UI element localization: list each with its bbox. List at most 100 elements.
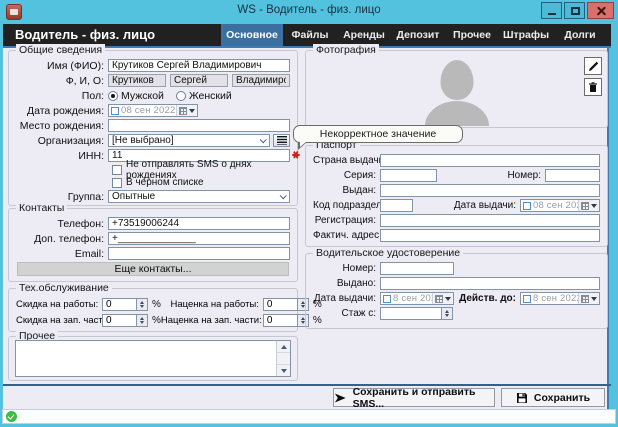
tab-arendy[interactable]: Аренды bbox=[337, 24, 391, 46]
spin-buttons[interactable] bbox=[136, 314, 148, 327]
work-markup-label: Наценка на работы: bbox=[161, 299, 263, 310]
tab-prochee[interactable]: Прочее bbox=[445, 24, 499, 46]
blacklist-checkbox[interactable] bbox=[112, 178, 122, 188]
delete-photo-button[interactable] bbox=[584, 78, 602, 96]
no-sms-checkbox[interactable] bbox=[112, 165, 122, 175]
alt-phone-input[interactable] bbox=[108, 232, 290, 245]
parts-markup-input[interactable] bbox=[263, 314, 297, 327]
passport-country-row: Страна выдачи: bbox=[313, 154, 600, 167]
passport-registration-input[interactable] bbox=[380, 214, 600, 227]
calendar-icon bbox=[581, 295, 589, 303]
scroll-up-button[interactable] bbox=[277, 341, 290, 353]
parts-markup-spinner bbox=[263, 314, 309, 327]
tab-faily[interactable]: Файлы bbox=[283, 24, 337, 46]
passport-series-input[interactable] bbox=[380, 169, 437, 182]
last-name-input[interactable] bbox=[108, 74, 166, 87]
photo-placeholder bbox=[306, 51, 607, 127]
license-experience-label: Стаж с: bbox=[313, 308, 380, 319]
tab-osnovnoe[interactable]: Основное bbox=[221, 24, 283, 46]
scrollbar[interactable] bbox=[276, 341, 290, 376]
alt-phone-label: Доп. телефон: bbox=[16, 233, 108, 245]
organization-value: [Не выбрано] bbox=[112, 135, 260, 146]
calendar-icon bbox=[435, 295, 443, 303]
save-button[interactable]: Сохранить bbox=[501, 388, 605, 407]
license-issue-date-picker[interactable]: 8 сен 2022 bbox=[380, 292, 454, 305]
alt-phone-row: Доп. телефон: bbox=[16, 232, 290, 245]
tab-shtrafy[interactable]: Штрафы bbox=[499, 24, 553, 46]
silhouette-head bbox=[440, 60, 473, 100]
passport-number-label: Номер: bbox=[507, 170, 545, 181]
full-name-input[interactable] bbox=[108, 59, 290, 72]
birth-place-input[interactable] bbox=[108, 119, 290, 132]
license-experience-input[interactable] bbox=[380, 307, 441, 320]
minimize-button[interactable] bbox=[541, 2, 562, 19]
other-notes-textarea[interactable] bbox=[16, 341, 276, 376]
group-other: Прочее bbox=[8, 336, 298, 381]
license-valid-until-calendar-button[interactable] bbox=[578, 293, 599, 304]
license-issue-date-calendar-button[interactable] bbox=[432, 293, 453, 304]
spin-buttons[interactable] bbox=[136, 298, 148, 311]
passport-issued-by-input[interactable] bbox=[380, 184, 600, 197]
main-content: Общие сведения Имя (ФИО): Ф, И, О: Пол: … bbox=[3, 48, 609, 384]
maintenance-row-1: Скидка на работы: % Наценка на работы: % bbox=[16, 298, 290, 311]
parts-discount-input[interactable] bbox=[102, 314, 136, 327]
license-number-input[interactable] bbox=[380, 262, 454, 275]
spin-buttons[interactable] bbox=[441, 307, 453, 320]
passport-number-input[interactable] bbox=[545, 169, 600, 182]
maximize-button[interactable] bbox=[564, 2, 585, 19]
save-and-send-sms-label: Сохранить и отправить SMS... bbox=[353, 386, 494, 410]
percent-unit: % bbox=[152, 299, 161, 310]
floppy-disk-icon bbox=[516, 392, 528, 404]
group-label: Группа: bbox=[16, 191, 108, 203]
phone-input[interactable] bbox=[108, 217, 290, 230]
birth-date-calendar-button[interactable] bbox=[176, 105, 197, 116]
birth-date-picker[interactable]: 08 сен 2022 bbox=[108, 104, 198, 117]
passport-series-label: Серия: bbox=[313, 170, 380, 181]
scroll-down-button[interactable] bbox=[277, 364, 290, 376]
passport-address-input[interactable] bbox=[380, 229, 600, 242]
organization-select[interactable]: [Не выбрано] bbox=[108, 134, 270, 147]
birth-date-checkbox[interactable] bbox=[111, 107, 119, 115]
passport-issue-date-checkbox[interactable] bbox=[523, 202, 531, 210]
save-and-send-sms-button[interactable]: Сохранить и отправить SMS... bbox=[333, 388, 495, 407]
work-discount-input[interactable] bbox=[102, 298, 136, 311]
first-name-input[interactable] bbox=[170, 74, 228, 87]
tab-depozit[interactable]: Депозит bbox=[391, 24, 445, 46]
scroll-up-icon bbox=[281, 345, 287, 349]
no-sms-row: Не отправлять SMS о днях рождениях bbox=[16, 164, 290, 175]
gender-male-radio[interactable] bbox=[108, 91, 118, 101]
tab-dolgi[interactable]: Долги bbox=[553, 24, 607, 46]
middle-name-input[interactable] bbox=[232, 74, 290, 87]
license-issue-date-checkbox[interactable] bbox=[383, 295, 391, 303]
pencil-icon bbox=[588, 61, 599, 72]
window-title: WS - Водитель - физ. лицо bbox=[0, 4, 618, 16]
work-markup-spinner bbox=[263, 298, 309, 311]
license-number-label: Номер: bbox=[313, 263, 380, 274]
edit-photo-button[interactable] bbox=[584, 57, 602, 75]
group-photo: Фотография bbox=[305, 50, 608, 128]
footer-panel: Сохранить и отправить SMS... Сохранить bbox=[3, 386, 609, 409]
close-button[interactable] bbox=[587, 2, 614, 19]
license-valid-until-checkbox[interactable] bbox=[523, 295, 531, 303]
error-asterisk-icon bbox=[292, 151, 300, 159]
birth-place-row: Место рождения: bbox=[16, 119, 290, 132]
email-input[interactable] bbox=[108, 247, 290, 260]
window-controls bbox=[541, 2, 614, 19]
more-contacts-button[interactable]: Еще контакты... bbox=[17, 262, 289, 276]
passport-country-input[interactable] bbox=[380, 154, 600, 167]
passport-issue-date-calendar-button[interactable] bbox=[578, 200, 599, 211]
group-select[interactable]: Опытные bbox=[108, 190, 290, 203]
work-markup-input[interactable] bbox=[263, 298, 297, 311]
chevron-down-icon bbox=[280, 192, 287, 199]
minimize-icon bbox=[548, 13, 556, 15]
gender-female-radio[interactable] bbox=[176, 91, 186, 101]
license-issued-by-input[interactable] bbox=[380, 277, 600, 290]
fio-row: Ф, И, О: bbox=[16, 74, 290, 87]
passport-country-label: Страна выдачи: bbox=[313, 155, 380, 166]
organization-lookup-button[interactable] bbox=[273, 134, 290, 147]
gender-row: Пол: Мужской Женский bbox=[16, 89, 290, 102]
status-ok-icon bbox=[6, 411, 17, 422]
passport-dept-code-input[interactable] bbox=[380, 199, 413, 212]
passport-issue-date-picker[interactable]: 08 сен 2022 bbox=[520, 199, 600, 212]
license-valid-until-picker[interactable]: 8 сен 2022 bbox=[520, 292, 600, 305]
